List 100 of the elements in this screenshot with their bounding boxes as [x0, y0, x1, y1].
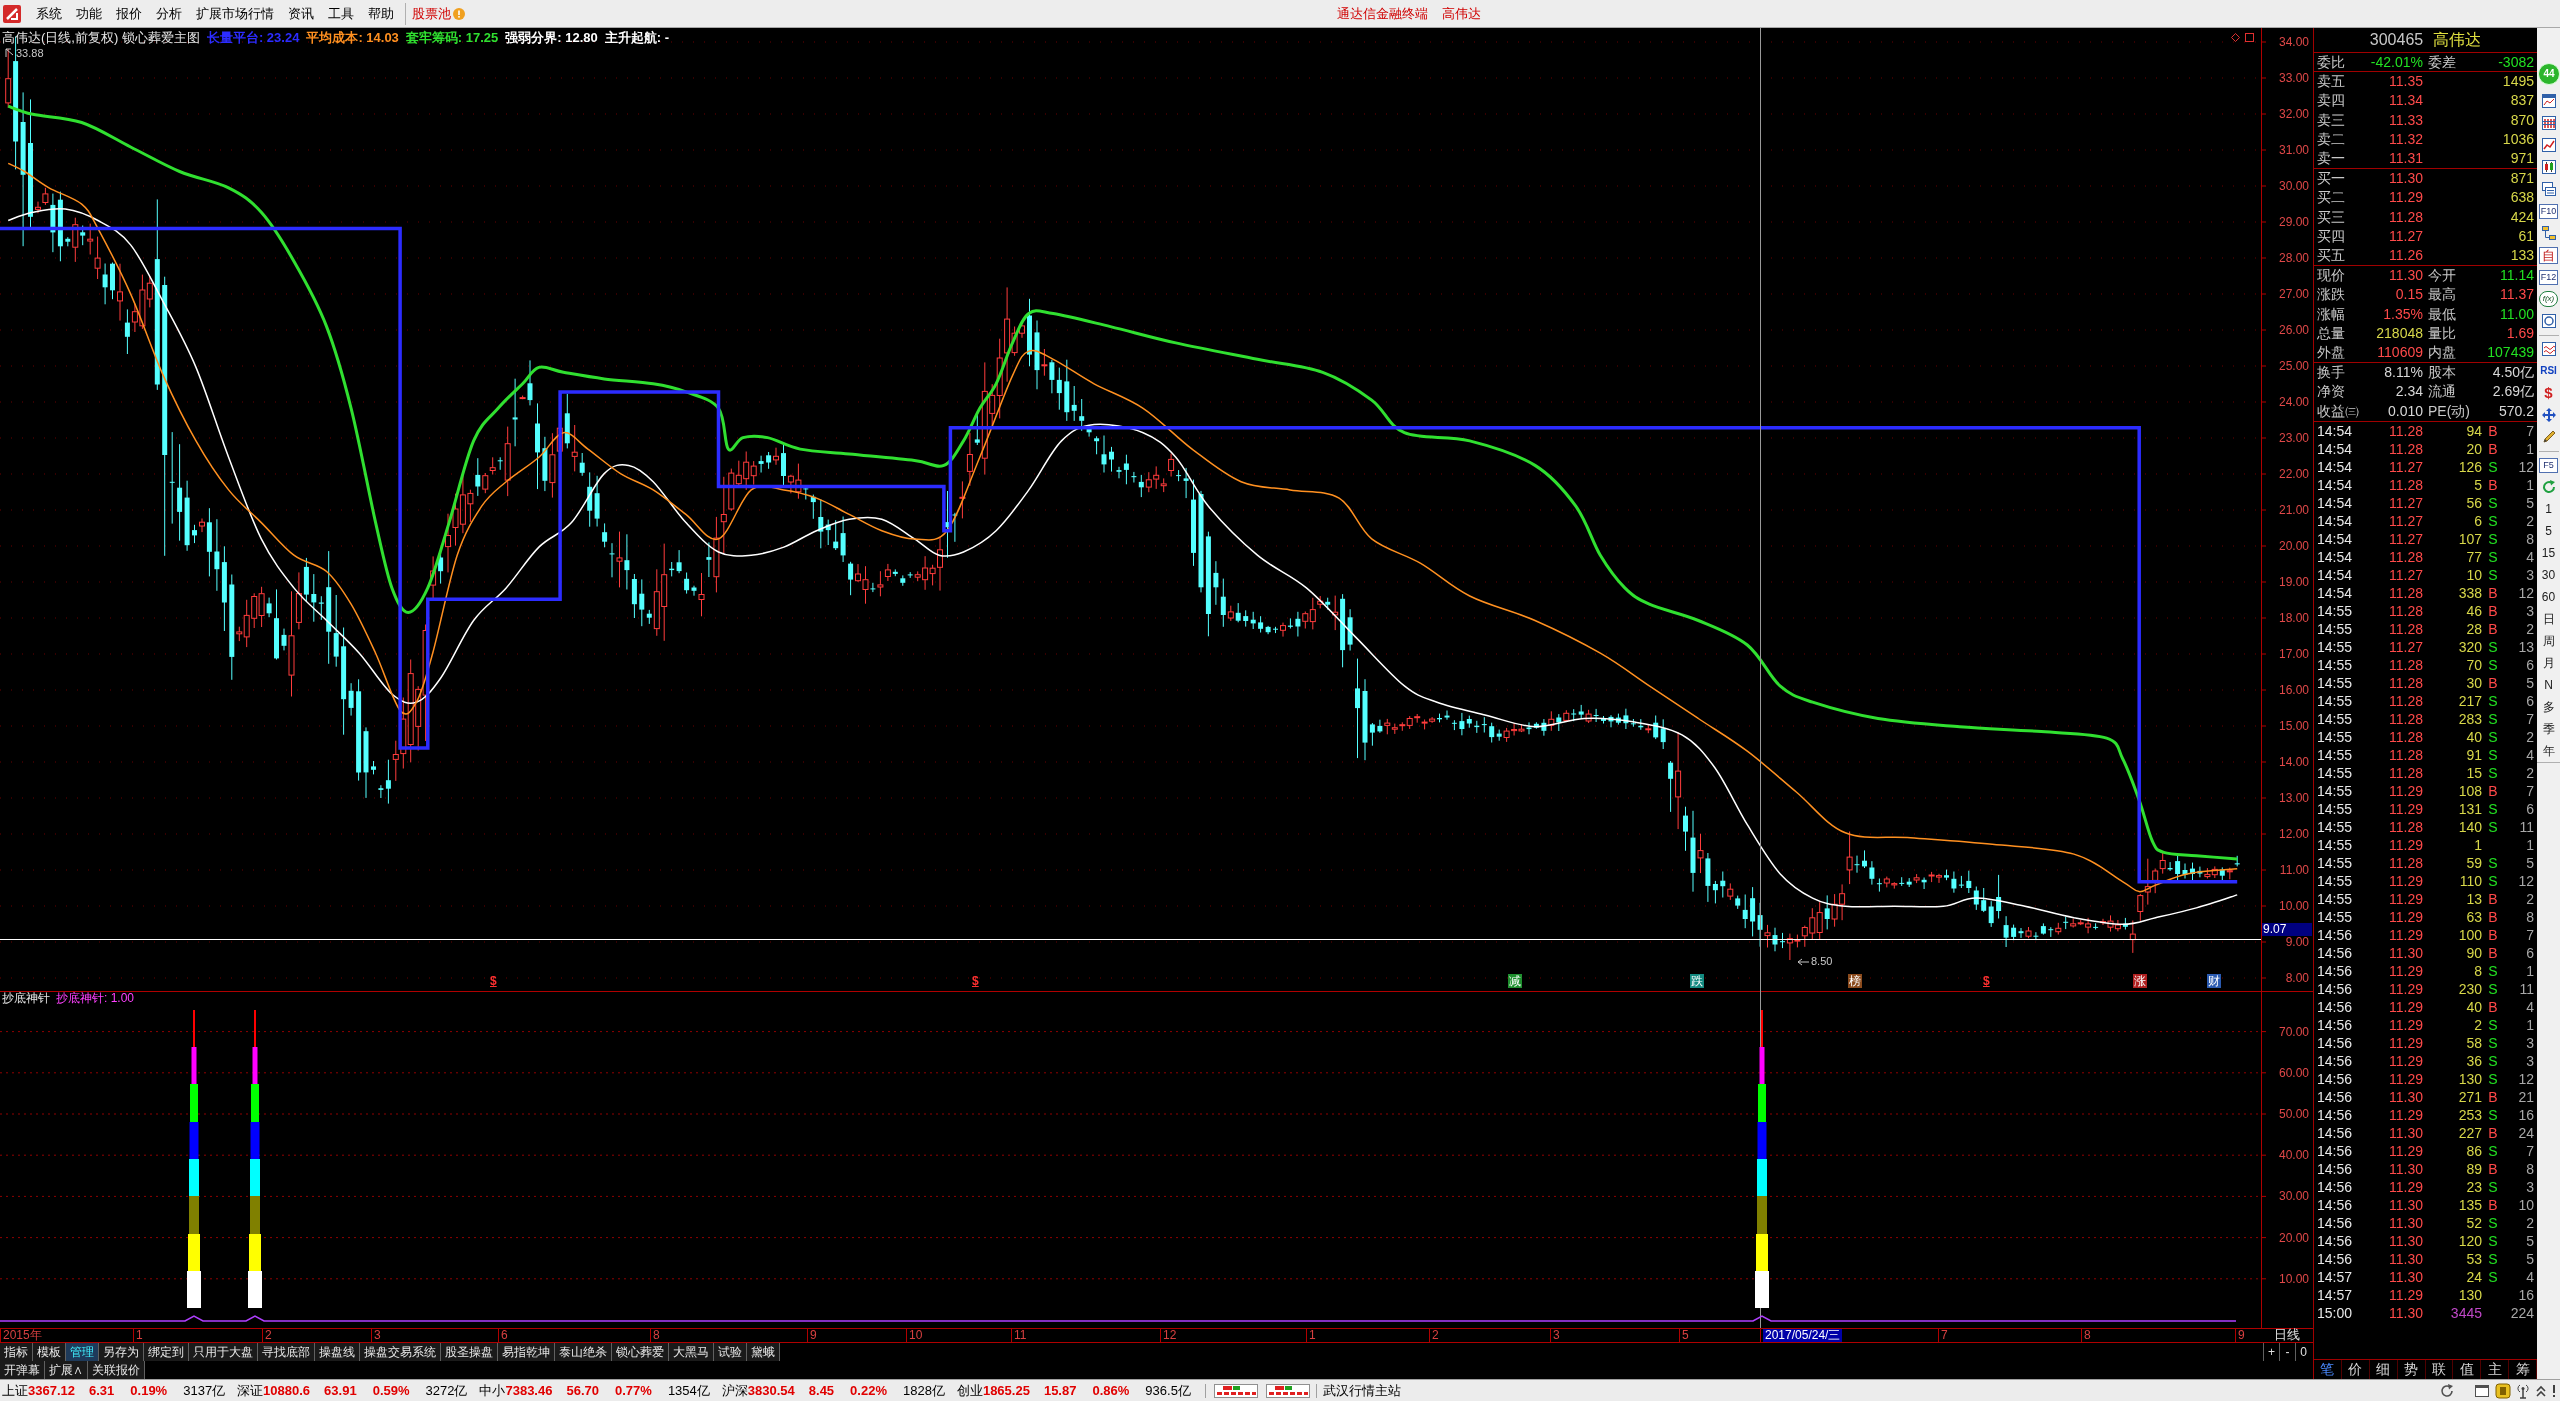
period-button[interactable]: 多: [2537, 696, 2560, 718]
menu-item[interactable]: 帮助: [361, 2, 401, 25]
alert-icon[interactable]: [2552, 1383, 2556, 1398]
menu-item[interactable]: 扩展市场行情: [189, 2, 281, 25]
money-button[interactable]: $: [2544, 385, 2553, 401]
event-marker[interactable]: $: [490, 974, 497, 988]
diamond-icon[interactable]: [2231, 33, 2240, 42]
event-marker[interactable]: 榜: [1848, 974, 1862, 988]
tree-icon[interactable]: [2540, 225, 2557, 241]
tick-volume: 24: [2465, 1268, 2482, 1286]
menu-item[interactable]: 功能: [69, 2, 109, 25]
period-button[interactable]: 日: [2537, 608, 2560, 630]
period-button[interactable]: 1: [2537, 498, 2560, 520]
tick-side: S: [2487, 854, 2499, 872]
f12-button[interactable]: F12: [2539, 269, 2558, 285]
tick-side: S: [2487, 1268, 2499, 1286]
f10-button[interactable]: F10: [2539, 203, 2558, 219]
indicator-tab[interactable]: 另存为: [99, 1343, 144, 1361]
quote-label: 量比: [2427, 324, 2457, 342]
stock-pool-button[interactable]: 股票池: [405, 2, 469, 25]
menu-item[interactable]: 系统: [29, 2, 69, 25]
period-button[interactable]: 30: [2537, 564, 2560, 586]
table-icon[interactable]: [2540, 115, 2557, 131]
period-button[interactable]: 年: [2537, 740, 2560, 762]
menu-item[interactable]: 分析: [149, 2, 189, 25]
price-axis-label: 16.00: [2277, 684, 2309, 696]
tick-side: S: [2487, 800, 2499, 818]
period-button[interactable]: 5: [2537, 520, 2560, 542]
server-name[interactable]: 武汉行情主站: [1322, 1380, 1401, 1401]
f5-button[interactable]: F5: [2539, 457, 2558, 473]
event-marker[interactable]: $: [1983, 974, 1990, 988]
app-logo-icon[interactable]: [3, 4, 21, 23]
refresh-icon[interactable]: [2439, 1382, 2455, 1399]
expand-button[interactable]: 扩展∧: [45, 1361, 88, 1379]
breadth-bars-icon[interactable]: [1265, 1383, 1310, 1398]
indicator-tab[interactable]: 股圣操盘: [441, 1343, 498, 1361]
linked-quote-button[interactable]: 关联报价: [88, 1361, 145, 1379]
period-button[interactable]: N: [2537, 674, 2560, 696]
period-button[interactable]: 月: [2537, 652, 2560, 674]
tick-side: B: [2487, 1088, 2499, 1106]
legend-label: 套牢筹码: 17.25: [405, 30, 499, 46]
period-button[interactable]: 季: [2537, 718, 2560, 740]
tick-count: 5: [2525, 1232, 2534, 1250]
tick-count: 12: [2517, 872, 2534, 890]
breadth-bars-icon[interactable]: [1213, 1383, 1258, 1398]
price-axis-label: 13.00: [2277, 792, 2309, 804]
indicator-tab[interactable]: 指标: [0, 1343, 33, 1361]
indicator-tab[interactable]: 管理: [66, 1343, 99, 1361]
tick-price: 11.27: [2388, 458, 2423, 476]
event-marker[interactable]: 财: [2207, 974, 2221, 988]
indicator-tab[interactable]: 锁心葬爱: [612, 1343, 669, 1361]
tick-price: 11.30: [2388, 1196, 2423, 1214]
period-button[interactable]: 周: [2537, 630, 2560, 652]
candlestick-icon[interactable]: [2540, 159, 2557, 175]
tick-price: 11.28: [2388, 710, 2423, 728]
event-marker[interactable]: 跌: [1690, 974, 1704, 988]
rsi-button[interactable]: RSI: [2540, 365, 2557, 377]
danmaku-button[interactable]: 开弹幕: [0, 1361, 45, 1379]
square-icon[interactable]: [2245, 33, 2254, 42]
period-label[interactable]: 日线: [2262, 1328, 2312, 1342]
tick-time: 14:56: [2317, 926, 2354, 944]
tick-volume: 3445: [2449, 1304, 2482, 1322]
indicator-tab[interactable]: 绑定到: [144, 1343, 189, 1361]
indicator-tab[interactable]: 操盘交易系统: [360, 1343, 441, 1361]
window-icon[interactable]: [2474, 1382, 2490, 1399]
event-marker[interactable]: $: [972, 974, 979, 988]
note-icon[interactable]: [2495, 1382, 2511, 1399]
tick-count: 11: [2518, 818, 2534, 836]
event-marker[interactable]: 减: [1508, 974, 1522, 988]
date-axis-label: 7: [1941, 1329, 1948, 1342]
indicator-tab[interactable]: 寻找底部: [258, 1343, 315, 1361]
tick-time: 14:55: [2317, 836, 2354, 854]
chart-window-icon[interactable]: [2540, 93, 2557, 109]
wave-chart-icon[interactable]: [2540, 341, 2557, 357]
period-button[interactable]: 60: [2537, 586, 2560, 608]
indicator-tab[interactable]: 大黑马: [669, 1343, 714, 1361]
antenna-icon[interactable]: [2516, 1382, 2530, 1399]
indicator-tab[interactable]: 试验: [714, 1343, 747, 1361]
indicator-tab[interactable]: 只用于大盘: [189, 1343, 258, 1361]
tick-count: 2: [2525, 512, 2534, 530]
formula-button[interactable]: f(x): [2539, 291, 2558, 307]
indicator-tab[interactable]: 易指乾坤: [498, 1343, 555, 1361]
price-axis-label: 30.00: [2277, 180, 2309, 192]
watchlist-button[interactable]: 自: [2539, 246, 2558, 264]
move-icon[interactable]: [2540, 407, 2557, 423]
circle-icon[interactable]: [2540, 313, 2557, 329]
pencil-icon[interactable]: [2540, 429, 2557, 445]
event-marker[interactable]: 涨: [2133, 974, 2147, 988]
refresh-icon[interactable]: [2540, 479, 2557, 495]
period-button[interactable]: 15: [2537, 542, 2560, 564]
line-chart-icon[interactable]: [2540, 137, 2557, 153]
tick-time: 14:54: [2317, 584, 2354, 602]
indicator-tab[interactable]: 模板: [33, 1343, 66, 1361]
menu-item[interactable]: 报价: [109, 2, 149, 25]
menu-item[interactable]: 工具: [321, 2, 361, 25]
indicator-tab[interactable]: 黛蛾: [747, 1343, 780, 1361]
indicator-tab[interactable]: 泰山绝杀: [555, 1343, 612, 1361]
windows-icon[interactable]: [2540, 181, 2557, 197]
menu-item[interactable]: 资讯: [281, 2, 321, 25]
indicator-tab[interactable]: 操盘线: [315, 1343, 360, 1361]
